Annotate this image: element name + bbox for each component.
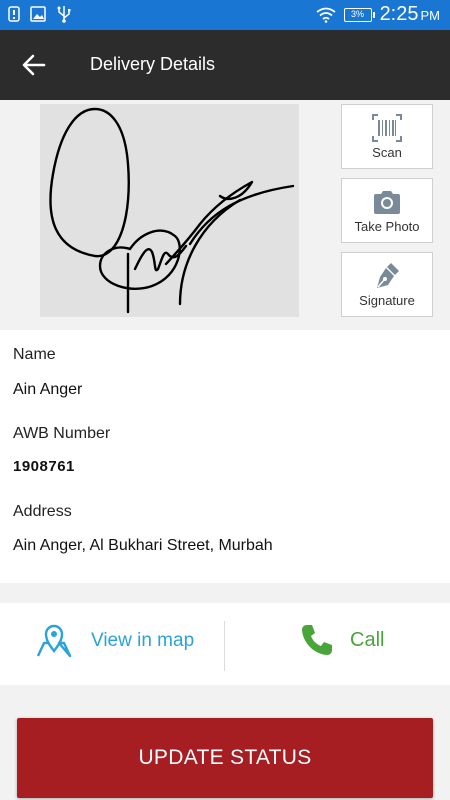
notification-icon: [8, 6, 20, 22]
view-in-map-link[interactable]: View in map: [35, 623, 194, 659]
app-toolbar: Delivery Details: [0, 30, 450, 100]
scan-button-label: Scan: [372, 145, 402, 160]
image-icon: [30, 6, 46, 22]
update-status-button[interactable]: UPDATE STATUS: [17, 718, 433, 798]
signature-button[interactable]: Signature: [341, 252, 433, 317]
signature-drawing: [49, 107, 295, 314]
links-divider: [224, 621, 225, 671]
arrow-left-icon[interactable]: [18, 50, 50, 80]
view-in-map-label: View in map: [91, 630, 195, 651]
take-photo-button[interactable]: Take Photo: [341, 178, 433, 243]
battery-icon: 3%: [343, 7, 375, 22]
name-label: Name: [13, 346, 56, 363]
wifi-icon: [316, 7, 336, 23]
status-bar: 3% 2:25 PM: [0, 0, 450, 30]
capture-panel: Scan Take Photo Signature: [0, 100, 450, 330]
call-link[interactable]: Call: [300, 623, 384, 657]
name-value: Ain Anger: [13, 381, 83, 398]
clock-ampm: PM: [420, 8, 441, 23]
address-value: Ain Anger, Al Bukhari Street, Murbah: [13, 537, 273, 554]
signature-button-label: Signature: [359, 293, 415, 308]
awb-label: AWB Number: [13, 425, 111, 442]
camera-icon: [374, 191, 400, 214]
page-title: Delivery Details: [90, 54, 216, 74]
clock-time: 2:25: [379, 3, 419, 25]
call-label: Call: [350, 628, 385, 651]
awb-value: 1908761: [13, 458, 75, 475]
pen-icon: [377, 263, 399, 288]
clock: 2:25 PM: [380, 3, 440, 26]
barcode-icon: [372, 114, 402, 142]
usb-icon: [57, 6, 71, 23]
signature-preview: [40, 104, 299, 317]
contact-links: View in map Call: [0, 603, 450, 685]
address-label: Address: [13, 503, 72, 520]
take-photo-button-label: Take Photo: [354, 219, 420, 234]
phone-icon: [302, 625, 332, 655]
delivery-details-card: Name Ain Anger AWB Number 1908761 Addres…: [0, 330, 450, 583]
map-pin-icon: [36, 624, 72, 658]
scan-button[interactable]: Scan: [341, 104, 433, 169]
